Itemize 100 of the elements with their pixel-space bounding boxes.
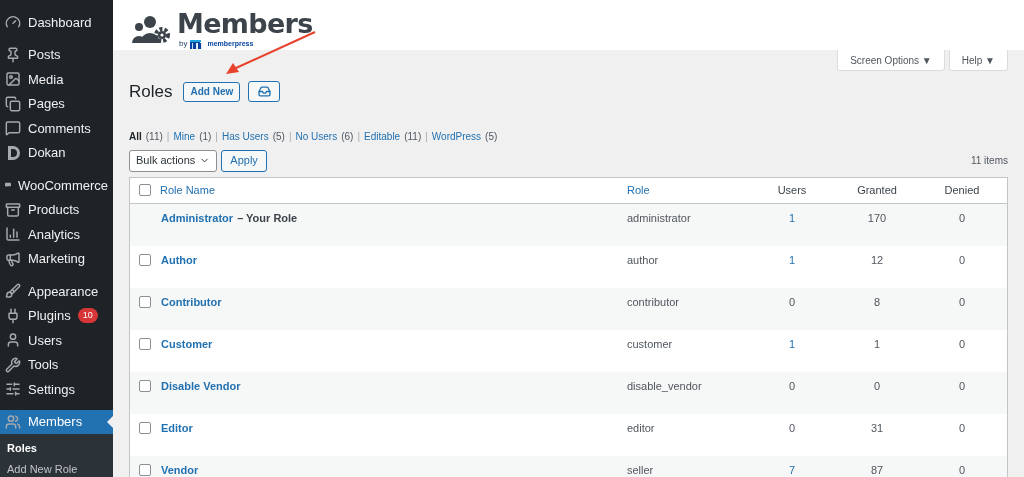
filter-separator: | <box>288 129 292 144</box>
letter-d-icon <box>5 144 21 161</box>
table-cell-text: 0 <box>957 252 967 268</box>
select-all-checkbox[interactable] <box>139 184 151 196</box>
filter-link[interactable]: All <box>129 128 142 144</box>
menu-item[interactable]: Dokan <box>0 140 113 165</box>
menu-label: Marketing <box>28 250 86 268</box>
logo-by: by <box>179 38 188 50</box>
megaphone-icon <box>5 250 21 267</box>
menu-item[interactable]: Users <box>0 328 113 353</box>
filter-count: (11) <box>145 129 163 144</box>
current-menu-pointer <box>107 415 113 428</box>
role-name-link[interactable]: Author <box>161 251 198 268</box>
menu-label: WooCommerce <box>17 176 108 195</box>
table-cell-text: 0 <box>957 420 967 436</box>
pin-icon <box>5 46 21 63</box>
row-checkbox[interactable] <box>139 295 151 308</box>
add-new-button[interactable]: Add New <box>183 81 241 102</box>
users-count[interactable]: 1 <box>777 209 807 226</box>
column-header[interactable]: Role Name <box>160 181 627 199</box>
screen-options-button[interactable]: Screen Options ▼ <box>837 50 945 71</box>
menu-label: Posts <box>28 46 61 64</box>
role-name-link[interactable]: Vendor <box>161 461 199 477</box>
row-checkbox[interactable] <box>139 337 151 350</box>
apply-button[interactable]: Apply <box>221 149 267 172</box>
table-cell-text: administrator <box>627 210 692 226</box>
filter-link[interactable]: Has Users <box>221 128 269 144</box>
row-checkbox[interactable] <box>139 253 151 266</box>
users-count[interactable]: 7 <box>777 461 807 477</box>
column-header[interactable]: Role <box>627 181 777 199</box>
menu-item[interactable]: Settings <box>0 377 113 402</box>
filter-separator: | <box>425 129 428 144</box>
page-title: Roles <box>129 81 173 103</box>
users-count: 0 <box>787 420 797 436</box>
menu-item[interactable]: Media <box>0 67 113 92</box>
help-button[interactable]: Help ▼ <box>948 50 1008 71</box>
row-checkbox[interactable] <box>139 421 151 434</box>
menu-item[interactable]: Pages <box>0 91 113 116</box>
filter-separator: | <box>357 129 361 144</box>
table-cell-text: 0 <box>872 378 882 394</box>
filter-link[interactable]: Mine <box>173 128 196 144</box>
table-cell-text: 0 <box>957 294 967 310</box>
submenu-item[interactable]: Add New Role <box>0 459 113 477</box>
table-cell-text: 31 <box>869 420 885 436</box>
submenu-item[interactable]: Roles <box>0 438 113 459</box>
menu-label: Products <box>28 201 80 219</box>
table-cell-text: 1 <box>872 336 882 352</box>
people-icon <box>5 413 21 430</box>
filter-count: (5) <box>485 129 498 144</box>
menu-item[interactable]: Posts <box>0 42 113 67</box>
menu-item[interactable]: Dashboard <box>0 10 113 35</box>
menu-label: Members <box>28 413 83 431</box>
table-cell-text: 0 <box>957 336 967 352</box>
menu-label: Dashboard <box>28 13 92 32</box>
filter-link[interactable]: No Users <box>295 128 338 144</box>
row-checkbox[interactable] <box>139 463 151 476</box>
menu-item[interactable]: Plugins 10 <box>0 303 113 328</box>
menu-item[interactable]: Products <box>0 197 113 222</box>
filter-count: (5) <box>272 129 285 144</box>
users-count[interactable]: 1 <box>777 335 807 352</box>
bar-chart-icon <box>5 226 21 243</box>
wrench-icon <box>5 356 21 373</box>
table-cell-text: editor <box>627 420 656 436</box>
table-cell-text: contributor <box>627 294 680 310</box>
table-cell-text: 12 <box>869 252 885 268</box>
user-icon <box>5 332 21 349</box>
menu-item[interactable]: Members <box>0 409 113 434</box>
table-cell-text: seller <box>627 462 655 477</box>
role-name-link[interactable]: Contributor <box>161 293 222 310</box>
filter-link[interactable]: Editable <box>364 128 401 144</box>
table-cell-text: disable_vendor <box>627 378 703 394</box>
media-icon <box>5 71 21 88</box>
menu-item[interactable]: Appearance <box>0 279 113 304</box>
filter-link[interactable]: WordPress <box>431 128 482 144</box>
role-note: – Your Role <box>237 210 298 226</box>
sliders-icon <box>5 381 21 398</box>
filter-count: (11) <box>404 129 422 144</box>
column-header: Users <box>777 182 807 198</box>
menu-label: Settings <box>28 380 75 399</box>
table-cell-text: 170 <box>866 210 888 226</box>
table-cell-text: customer <box>627 336 674 352</box>
menu-item[interactable]: WooCommerce <box>0 173 113 198</box>
role-name-link[interactable]: Customer <box>161 335 213 352</box>
users-count[interactable]: 1 <box>777 251 807 268</box>
inbox-button[interactable] <box>248 81 281 103</box>
table-cell-text: 0 <box>957 462 967 477</box>
role-name-link[interactable]: Disable Vendor <box>161 377 241 394</box>
box-icon <box>5 201 21 218</box>
items-count: 11 items <box>970 154 1008 168</box>
role-name-link[interactable]: Editor <box>161 419 193 436</box>
menu-item[interactable]: Marketing <box>0 246 113 271</box>
filter-separator: | <box>215 129 218 144</box>
filter-separator: | <box>166 129 170 144</box>
menu-item[interactable]: Tools <box>0 352 113 377</box>
bulk-actions-select[interactable]: Bulk actions <box>129 149 218 172</box>
menu-item[interactable]: Analytics <box>0 222 113 247</box>
role-name-link[interactable]: Administrator <box>161 209 234 226</box>
row-checkbox[interactable] <box>139 379 151 392</box>
update-count-badge: 10 <box>77 308 98 324</box>
menu-item[interactable]: Comments <box>0 116 113 141</box>
